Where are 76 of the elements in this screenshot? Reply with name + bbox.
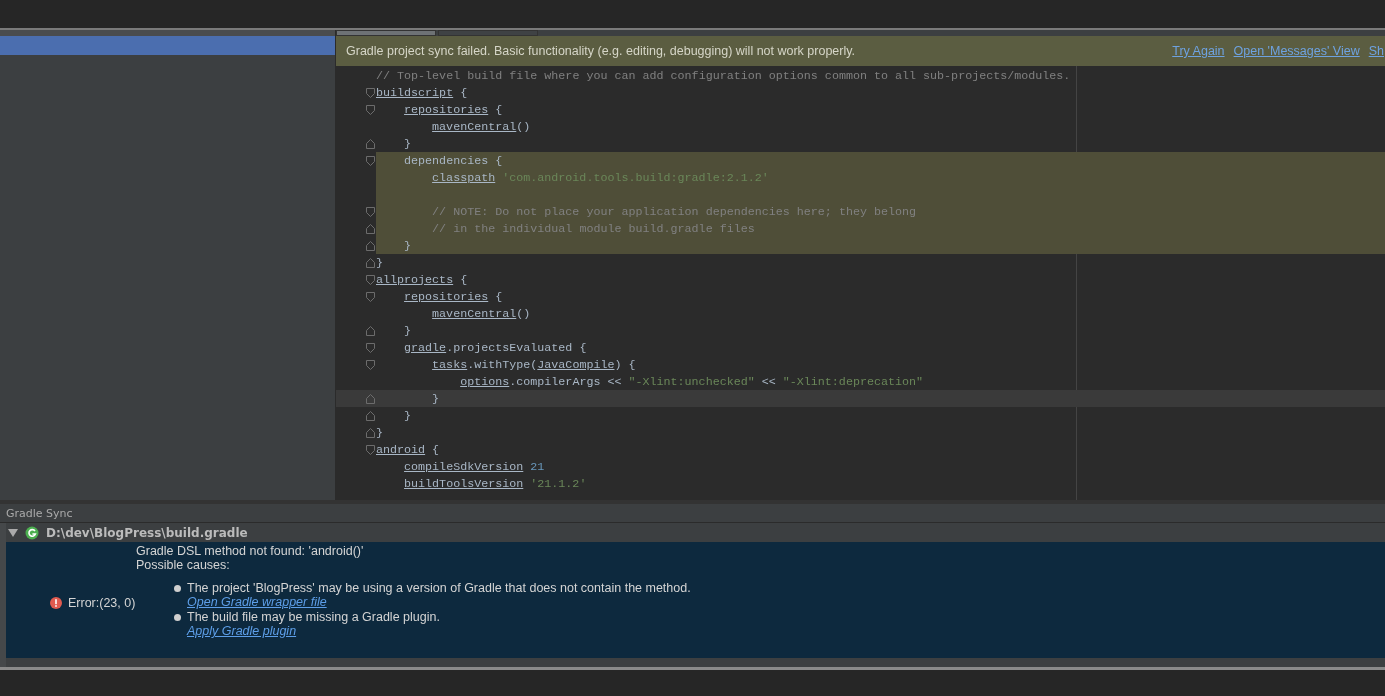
code-text: << [760, 374, 776, 389]
code-text: () [516, 119, 531, 134]
error-location: Error:(23, 0) [68, 595, 136, 610]
code-identifier: gradle [404, 340, 447, 355]
code-text: .projectsEvaluated { [446, 340, 587, 355]
cause-text: The build file may be missing a Gradle plugin. [187, 610, 440, 624]
code-string: "-Xlint:unchecked" [627, 374, 755, 389]
code-text: } [404, 323, 412, 338]
fold-icon[interactable] [366, 206, 375, 217]
code-text: { [494, 289, 503, 304]
fold-icon[interactable] [366, 342, 375, 353]
code-identifier: android [376, 442, 426, 457]
code-text: () [516, 306, 531, 321]
code-identifier: buildscript [376, 85, 454, 100]
code-text: } [376, 425, 383, 440]
fold-icon[interactable] [366, 291, 375, 302]
editor-tab[interactable] [336, 30, 436, 36]
code-identifier: mavenCentral [432, 119, 517, 134]
code-identifier: repositories [404, 102, 489, 117]
fold-icon[interactable] [366, 427, 375, 438]
code-text: dependencies { [404, 153, 503, 168]
code-text: } [404, 238, 412, 253]
fold-icon[interactable] [366, 444, 375, 455]
fold-icon[interactable] [366, 104, 375, 115]
fold-icon[interactable] [366, 138, 375, 149]
error-icon [50, 596, 62, 609]
code-text: .withType( [467, 357, 538, 372]
code-comment: // in the individual module build.gradle files [432, 221, 755, 236]
fold-icon[interactable] [366, 325, 375, 336]
error-text: Gradle DSL method not found: 'android()' [136, 544, 365, 558]
gradle-file-icon [25, 525, 39, 540]
code-identifier: classpath [432, 170, 496, 185]
fix-link[interactable]: Open Gradle wrapper file [187, 595, 327, 609]
code-identifier: options [460, 374, 510, 389]
code-text: ) { [614, 357, 636, 372]
file-path[interactable]: D:\dev\BlogPress\build.gradle [46, 525, 248, 540]
fix-link[interactable]: Apply Gradle plugin [187, 624, 297, 638]
code-string: 'com.android.tools.build:gradle:2.1.2' [501, 170, 769, 185]
code-comment: // Top-level build file where you can add configuration options common to all sub-projects/modules. [376, 68, 1071, 83]
code-text: { [459, 272, 468, 287]
error-text: Possible causes: [136, 558, 231, 572]
bullet-icon [174, 614, 181, 621]
code-identifier: repositories [404, 289, 489, 304]
code-identifier: JavaCompile [537, 357, 615, 372]
notification-message: Gradle project sync failed. Basic functionality (e.g. editing, debugging) will not work properly. [346, 44, 856, 58]
code-text: } [404, 136, 412, 151]
fold-icon[interactable] [366, 223, 375, 234]
bullet-icon [174, 585, 181, 592]
fold-icon[interactable] [366, 410, 375, 421]
code-identifier: buildToolsVersion [404, 476, 524, 491]
code-text: .compilerArgs << [509, 374, 622, 389]
fold-icon[interactable] [366, 274, 375, 285]
code-text: } [404, 408, 412, 423]
cause-text: The project 'BlogPress' may be using a version of Gradle that does not contain the method. [187, 581, 691, 595]
code-text: } [432, 391, 440, 406]
expand-arrow-icon[interactable] [8, 527, 18, 538]
fold-icon[interactable] [366, 87, 375, 98]
code-text: { [459, 85, 468, 100]
code-text: } [376, 255, 383, 270]
code-string: '21.1.2' [529, 476, 587, 491]
code-identifier: compileSdkVersion [404, 459, 524, 474]
panel-title: Gradle Sync [6, 506, 73, 520]
code-editor[interactable] [336, 66, 1385, 500]
fold-icon[interactable] [366, 257, 375, 268]
fold-icon[interactable] [366, 393, 375, 404]
code-number: 21 [529, 459, 545, 474]
fold-icon[interactable] [366, 155, 375, 166]
fold-icon[interactable] [366, 240, 375, 251]
code-identifier: tasks [432, 357, 468, 372]
fold-icon[interactable] [366, 359, 375, 370]
code-comment: // NOTE: Do not place your application dependencies here; they belong [432, 204, 917, 219]
code-text: { [431, 442, 440, 457]
code-text: { [494, 102, 503, 117]
code-identifier: mavenCentral [432, 306, 517, 321]
code-string: "-Xlint:deprecation" [781, 374, 924, 389]
code-identifier: allprojects [376, 272, 454, 287]
